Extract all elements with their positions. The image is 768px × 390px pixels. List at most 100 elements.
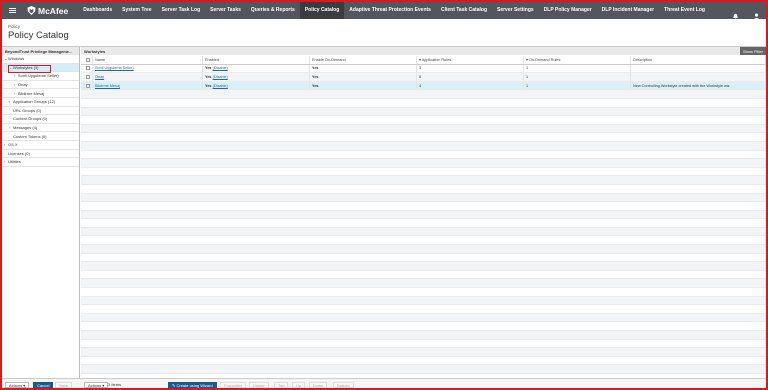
column-header-enabled[interactable]: Enabled [203,56,310,64]
footer-bar: Actions ▾ Cancel Save Actions ▾ 3 Items … [2,378,766,388]
user-icon[interactable] [753,7,760,20]
tree-item[interactable]: › Utilities [2,158,79,167]
bell-icon[interactable] [732,7,739,20]
empty-table-row [81,288,766,297]
nav-item-client-task-catalog[interactable]: Client Task Catalog [436,2,492,19]
nav-item-threat-event-log[interactable]: Threat Event Log [659,2,710,19]
delete-button[interactable]: Delete [249,381,269,388]
nav-item-dashboards[interactable]: Dashboards [78,2,117,19]
tree-item[interactable]: › Onay [2,81,79,90]
top-nav-bar: McAfee Dashboards System Tree Server Task … [2,2,766,20]
tree-header: BeyondTrust Privilege Manageme... [2,47,79,55]
empty-table-row [81,262,766,271]
empty-table-row [81,236,766,246]
nav-item-system-tree[interactable]: System Tree [117,2,156,19]
breadcrumb[interactable]: Policy [8,24,20,29]
empty-table-row [81,227,766,237]
row-checkbox[interactable] [85,74,90,79]
workstyle-name-link[interactable]: Onay [95,75,104,79]
hamburger-menu-icon[interactable] [5,2,19,19]
workstyles-panel-header: Workstyles Show Filter [81,47,766,55]
empty-table-row [81,202,766,211]
tree-item-label: Licenses (0) [8,150,30,156]
column-header-description[interactable]: Description [631,56,766,64]
up-button[interactable]: Up [292,381,306,388]
app-rules-value: 5 [417,73,524,81]
nav-item-adaptive-threat-protection-events[interactable]: Adaptive Threat Protection Events [344,2,436,19]
empty-table-row [81,99,766,108]
disable-link[interactable]: (Disable) [213,84,228,88]
select-all-checkbox[interactable] [85,57,90,62]
on-demand-value: Yes [312,66,319,71]
nav-menu: Dashboards System Tree Server Task Log Serv… [78,2,710,19]
tree-item-label: URL Groups (0) [13,107,42,113]
top-button[interactable]: Top [274,381,289,388]
nav-item-server-tasks[interactable]: Server Tasks [205,2,246,19]
empty-table-row [81,296,766,306]
cancel-button[interactable]: Cancel [33,381,54,388]
empty-table-row [81,305,766,314]
workstyle-name-link[interactable]: Sonil Uyguleme Seller) [95,66,134,70]
column-header-app-rules[interactable]: ▾ Application Rules [417,56,524,64]
save-button[interactable]: Save [55,381,73,388]
workstyle-name-link[interactable]: Bildirme Mesaj [95,84,120,88]
table-actions-dropdown[interactable]: Actions ▾ [84,381,109,388]
empty-table-row [81,151,766,160]
empty-table-row [81,357,766,366]
nav-item-dlp-incident-manager[interactable]: DLP Incident Manager [597,2,659,19]
row-checkbox[interactable] [85,83,90,88]
row-checkbox[interactable] [85,66,90,71]
description-value [631,64,766,73]
description-value [631,73,766,81]
nav-item-server-settings[interactable]: Server Settings [492,2,539,19]
tree-item-label: Utilities [8,159,21,165]
show-filter-button[interactable]: Show Filter [739,47,766,55]
properties-button[interactable]: Properties [220,381,247,388]
panel-title: Workstyles [84,49,106,54]
table-row[interactable]: Bildirme Mesaj Yes (Disable) Yes 4 1 New Cont… [81,81,766,91]
tree-item[interactable]: Content Groups (0) [2,115,79,124]
brand-logo[interactable]: McAfee [27,6,68,16]
tree-item[interactable]: Licenses (0) [2,150,79,159]
column-header-od-rules[interactable]: ▾ On-Demand Rules [524,56,631,64]
table-row[interactable]: Onay Yes (Disable) Yes 5 1 [81,73,766,82]
tree-item-label: Bildirme Mesaj [18,90,45,96]
tree-item[interactable]: Custom Tokens (0) [2,132,79,141]
tree-item[interactable]: › Messages (4) [2,124,79,133]
column-header-on-demand[interactable]: Enable On-Demand [310,56,417,64]
tree-item-label: Sonil Uyguleme Seller) [18,73,59,79]
empty-table-row [81,365,766,374]
empty-table-row [81,219,766,228]
tree-item[interactable]: › Sonil Uyguleme Seller) [2,72,79,81]
item-count: 3 Items [108,382,122,387]
enabled-value: Yes [205,74,212,79]
empty-table-row [81,271,766,280]
nav-item-server-task-log[interactable]: Server Task Log [157,2,206,19]
od-rules-value: 1 [524,64,631,73]
tree-item[interactable]: › OS X [2,141,79,150]
nav-item-queries-reports[interactable]: Queries & Reports [246,2,300,19]
empty-table-row [81,90,766,99]
tree-item[interactable]: ⌄ Windows [2,55,79,64]
bottom-button[interactable]: Bottom [333,381,354,388]
tree-item[interactable]: › Application Groups (12) [2,98,79,107]
tree-item[interactable]: › Bildirme Mesaj [2,89,79,98]
column-header-name[interactable]: Name [93,56,203,64]
tree-item[interactable]: URL Groups (0) [2,107,79,116]
table-header-row: Name Enabled Enable On-Demand ▾ Applicat… [81,56,766,65]
empty-table-row [81,133,766,142]
empty-table-row [81,348,766,357]
create-wizard-button[interactable]: ✎ Create using Wizard [168,381,217,388]
disable-link[interactable]: (Disable) [213,66,228,70]
tree-item-label: Content Groups (0) [13,116,48,122]
disable-link[interactable]: (Disable) [213,75,228,79]
nav-item-dlp-policy-manager[interactable]: DLP Policy Manager [539,2,597,19]
table-row[interactable]: Sonil Uyguleme Seller) Yes (Disable) Yes 3 1 [81,64,766,74]
down-button[interactable]: Down [309,381,328,388]
empty-table-row [81,116,766,125]
empty-table-row [81,107,766,117]
tree-actions-dropdown[interactable]: Actions ▾ [5,381,30,388]
empty-table-row [81,176,766,185]
nav-item-policy-catalog[interactable]: Policy Catalog [299,2,345,19]
app-rules-value: 4 [417,81,524,90]
